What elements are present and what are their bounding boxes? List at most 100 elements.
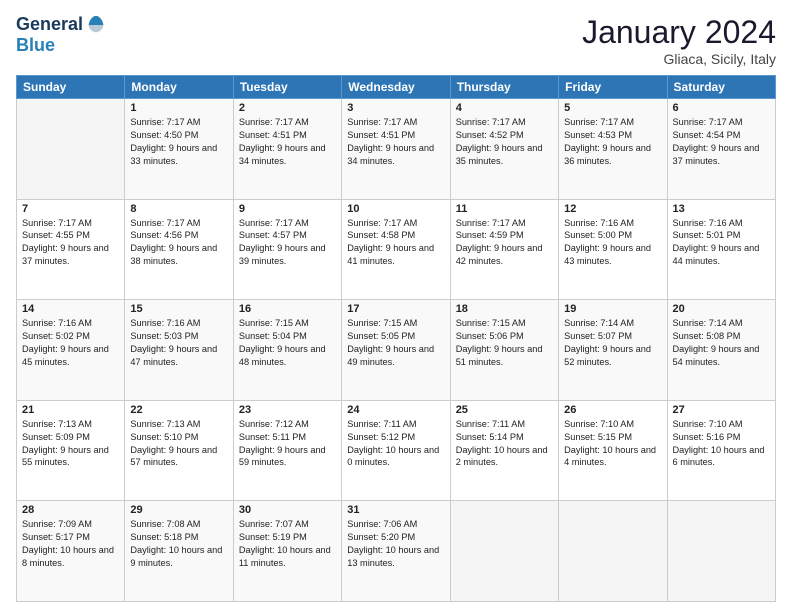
day-info: Sunrise: 7:17 AM Sunset: 4:58 PM Dayligh… <box>347 217 444 269</box>
calendar-cell: 13 Sunrise: 7:16 AM Sunset: 5:01 PM Dayl… <box>667 199 775 300</box>
day-number: 7 <box>22 203 119 215</box>
sunset-text: Sunset: 4:53 PM <box>564 129 661 142</box>
day-info: Sunrise: 7:17 AM Sunset: 4:54 PM Dayligh… <box>673 116 770 168</box>
sunset-text: Sunset: 5:11 PM <box>239 431 336 444</box>
day-info: Sunrise: 7:06 AM Sunset: 5:20 PM Dayligh… <box>347 518 444 570</box>
calendar-cell: 10 Sunrise: 7:17 AM Sunset: 4:58 PM Dayl… <box>342 199 450 300</box>
day-number: 4 <box>456 102 553 114</box>
sunrise-text: Sunrise: 7:09 AM <box>22 518 119 531</box>
sunset-text: Sunset: 5:18 PM <box>130 531 227 544</box>
calendar-week-1: 7 Sunrise: 7:17 AM Sunset: 4:55 PM Dayli… <box>17 199 776 300</box>
day-info: Sunrise: 7:17 AM Sunset: 4:55 PM Dayligh… <box>22 217 119 269</box>
header-thursday: Thursday <box>450 76 558 99</box>
day-info: Sunrise: 7:09 AM Sunset: 5:17 PM Dayligh… <box>22 518 119 570</box>
daylight-text: Daylight: 9 hours and 34 minutes. <box>347 142 444 168</box>
day-number: 1 <box>130 102 227 114</box>
calendar-cell: 6 Sunrise: 7:17 AM Sunset: 4:54 PM Dayli… <box>667 99 775 200</box>
calendar-cell <box>667 501 775 602</box>
sunrise-text: Sunrise: 7:17 AM <box>130 116 227 129</box>
day-info: Sunrise: 7:16 AM Sunset: 5:01 PM Dayligh… <box>673 217 770 269</box>
sunrise-text: Sunrise: 7:17 AM <box>673 116 770 129</box>
title-section: January 2024 Gliaca, Sicily, Italy <box>582 14 776 67</box>
day-number: 9 <box>239 203 336 215</box>
sunrise-text: Sunrise: 7:10 AM <box>564 418 661 431</box>
calendar-cell: 12 Sunrise: 7:16 AM Sunset: 5:00 PM Dayl… <box>559 199 667 300</box>
day-info: Sunrise: 7:17 AM Sunset: 4:59 PM Dayligh… <box>456 217 553 269</box>
sunset-text: Sunset: 5:19 PM <box>239 531 336 544</box>
calendar-week-2: 14 Sunrise: 7:16 AM Sunset: 5:02 PM Dayl… <box>17 300 776 401</box>
sunset-text: Sunset: 5:15 PM <box>564 431 661 444</box>
sunset-text: Sunset: 4:56 PM <box>130 229 227 242</box>
day-info: Sunrise: 7:17 AM Sunset: 4:53 PM Dayligh… <box>564 116 661 168</box>
day-info: Sunrise: 7:15 AM Sunset: 5:04 PM Dayligh… <box>239 317 336 369</box>
calendar-cell: 29 Sunrise: 7:08 AM Sunset: 5:18 PM Dayl… <box>125 501 233 602</box>
daylight-text: Daylight: 9 hours and 41 minutes. <box>347 242 444 268</box>
sunset-text: Sunset: 5:01 PM <box>673 229 770 242</box>
sunset-text: Sunset: 5:00 PM <box>564 229 661 242</box>
calendar-week-4: 28 Sunrise: 7:09 AM Sunset: 5:17 PM Dayl… <box>17 501 776 602</box>
calendar-cell: 2 Sunrise: 7:17 AM Sunset: 4:51 PM Dayli… <box>233 99 341 200</box>
daylight-text: Daylight: 9 hours and 35 minutes. <box>456 142 553 168</box>
header-row: Sunday Monday Tuesday Wednesday Thursday… <box>17 76 776 99</box>
daylight-text: Daylight: 9 hours and 52 minutes. <box>564 343 661 369</box>
daylight-text: Daylight: 10 hours and 2 minutes. <box>456 444 553 470</box>
calendar-cell: 26 Sunrise: 7:10 AM Sunset: 5:15 PM Dayl… <box>559 400 667 501</box>
daylight-text: Daylight: 9 hours and 37 minutes. <box>22 242 119 268</box>
daylight-text: Daylight: 9 hours and 36 minutes. <box>564 142 661 168</box>
sunrise-text: Sunrise: 7:13 AM <box>130 418 227 431</box>
sunset-text: Sunset: 4:58 PM <box>347 229 444 242</box>
calendar-body: 1 Sunrise: 7:17 AM Sunset: 4:50 PM Dayli… <box>17 99 776 602</box>
sunset-text: Sunset: 5:10 PM <box>130 431 227 444</box>
sunset-text: Sunset: 4:51 PM <box>239 129 336 142</box>
sunset-text: Sunset: 5:04 PM <box>239 330 336 343</box>
day-number: 22 <box>130 404 227 416</box>
calendar-page: General Blue January 2024 Gliaca, Sicily… <box>0 0 792 612</box>
sunset-text: Sunset: 5:06 PM <box>456 330 553 343</box>
day-number: 15 <box>130 303 227 315</box>
daylight-text: Daylight: 9 hours and 39 minutes. <box>239 242 336 268</box>
day-number: 19 <box>564 303 661 315</box>
calendar-week-0: 1 Sunrise: 7:17 AM Sunset: 4:50 PM Dayli… <box>17 99 776 200</box>
day-info: Sunrise: 7:14 AM Sunset: 5:07 PM Dayligh… <box>564 317 661 369</box>
calendar-table: Sunday Monday Tuesday Wednesday Thursday… <box>16 75 776 602</box>
sunrise-text: Sunrise: 7:17 AM <box>239 217 336 230</box>
sunset-text: Sunset: 4:52 PM <box>456 129 553 142</box>
daylight-text: Daylight: 9 hours and 55 minutes. <box>22 444 119 470</box>
calendar-cell: 11 Sunrise: 7:17 AM Sunset: 4:59 PM Dayl… <box>450 199 558 300</box>
calendar-subtitle: Gliaca, Sicily, Italy <box>582 51 776 67</box>
day-info: Sunrise: 7:07 AM Sunset: 5:19 PM Dayligh… <box>239 518 336 570</box>
header-tuesday: Tuesday <box>233 76 341 99</box>
day-number: 2 <box>239 102 336 114</box>
sunrise-text: Sunrise: 7:14 AM <box>673 317 770 330</box>
sunset-text: Sunset: 5:20 PM <box>347 531 444 544</box>
calendar-week-3: 21 Sunrise: 7:13 AM Sunset: 5:09 PM Dayl… <box>17 400 776 501</box>
day-number: 17 <box>347 303 444 315</box>
calendar-cell: 3 Sunrise: 7:17 AM Sunset: 4:51 PM Dayli… <box>342 99 450 200</box>
day-info: Sunrise: 7:17 AM Sunset: 4:51 PM Dayligh… <box>347 116 444 168</box>
sunrise-text: Sunrise: 7:17 AM <box>347 116 444 129</box>
daylight-text: Daylight: 9 hours and 57 minutes. <box>130 444 227 470</box>
daylight-text: Daylight: 9 hours and 48 minutes. <box>239 343 336 369</box>
logo: General Blue <box>16 14 107 56</box>
daylight-text: Daylight: 9 hours and 51 minutes. <box>456 343 553 369</box>
header-monday: Monday <box>125 76 233 99</box>
day-number: 13 <box>673 203 770 215</box>
sunset-text: Sunset: 5:17 PM <box>22 531 119 544</box>
day-number: 3 <box>347 102 444 114</box>
day-number: 30 <box>239 504 336 516</box>
logo-icon <box>85 14 107 36</box>
sunrise-text: Sunrise: 7:17 AM <box>456 217 553 230</box>
sunset-text: Sunset: 5:08 PM <box>673 330 770 343</box>
day-info: Sunrise: 7:17 AM Sunset: 4:51 PM Dayligh… <box>239 116 336 168</box>
day-number: 6 <box>673 102 770 114</box>
sunset-text: Sunset: 4:51 PM <box>347 129 444 142</box>
day-number: 26 <box>564 404 661 416</box>
day-info: Sunrise: 7:13 AM Sunset: 5:09 PM Dayligh… <box>22 418 119 470</box>
day-number: 24 <box>347 404 444 416</box>
sunrise-text: Sunrise: 7:16 AM <box>673 217 770 230</box>
daylight-text: Daylight: 10 hours and 6 minutes. <box>673 444 770 470</box>
sunset-text: Sunset: 5:14 PM <box>456 431 553 444</box>
logo-text-blue: Blue <box>16 35 55 55</box>
sunrise-text: Sunrise: 7:15 AM <box>239 317 336 330</box>
calendar-cell: 21 Sunrise: 7:13 AM Sunset: 5:09 PM Dayl… <box>17 400 125 501</box>
